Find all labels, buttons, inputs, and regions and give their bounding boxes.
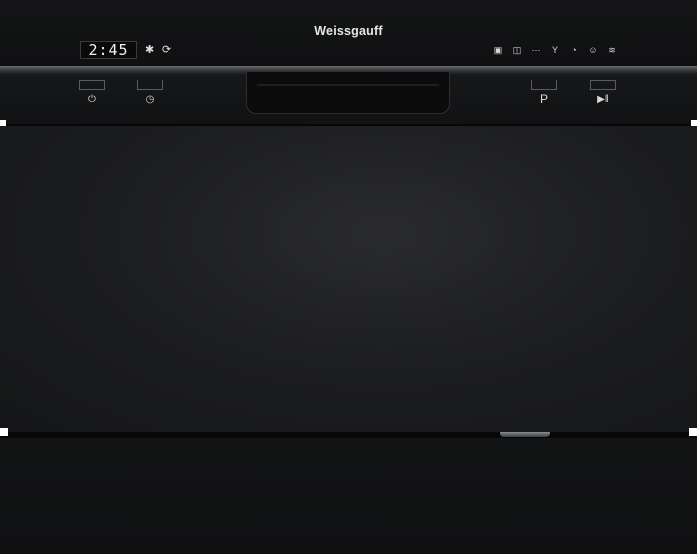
time-display: 2:45: [80, 41, 137, 59]
delay-button[interactable]: [137, 80, 163, 90]
plinth-panel: [0, 438, 697, 554]
door-panel: [0, 126, 697, 432]
start-pause-button[interactable]: [590, 80, 616, 90]
brand-logo: Weissgauff: [314, 24, 383, 38]
door-handle[interactable]: [246, 72, 450, 114]
program-button[interactable]: [531, 80, 557, 90]
indicator-intensive-icon: ▣: [493, 45, 503, 55]
corner-notch: [0, 428, 8, 436]
clock-icon: ◷: [145, 94, 155, 105]
top-panel: Weissgauff 2:45 ✱ ⟳ ▣ ◫ ⋯ Y ◔ ☺ ≋: [0, 0, 697, 68]
program-icon: P: [539, 92, 548, 106]
indicator-quick-icon: ◔: [571, 45, 577, 55]
indicator-soak-icon: ≋: [608, 45, 616, 55]
indicator-glass-icon: Y: [551, 45, 558, 55]
corner-notch: [0, 120, 6, 126]
corner-notch: [691, 120, 697, 126]
snowflake-icon: ✱: [145, 44, 155, 56]
indicator-eco-icon: ⋯: [531, 45, 541, 55]
play-pause-icon: ▶‖: [597, 94, 609, 105]
handle-groove: [257, 84, 439, 86]
power-icon: ⏻: [88, 94, 96, 105]
indicator-rinse-icon: ☺: [588, 45, 598, 55]
indicator-normal-icon: ◫: [512, 45, 522, 55]
corner-notch: [689, 428, 697, 436]
power-button[interactable]: [79, 80, 105, 90]
cycle-icon: ⟳: [162, 44, 172, 56]
dishwasher: Weissgauff 2:45 ✱ ⟳ ▣ ◫ ⋯ Y ◔ ☺ ≋ ⏻ ◷ P …: [0, 0, 697, 554]
door-latch-highlight: [500, 432, 550, 437]
